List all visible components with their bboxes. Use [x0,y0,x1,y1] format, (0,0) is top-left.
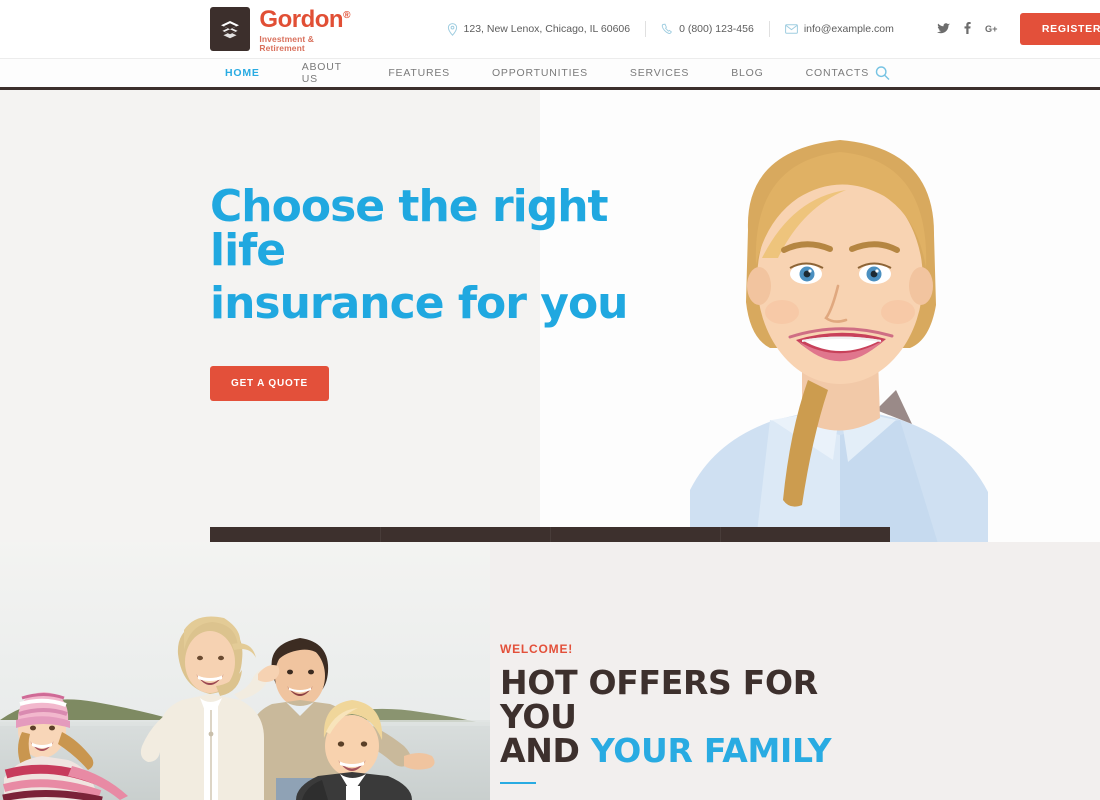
welcome-title: HOT OFFERS FOR YOU AND YOUR FAMILY [500,666,900,768]
register-button[interactable]: REGISTER [1019,13,1100,45]
hero-title-line-2: insurance for you [210,278,629,329]
welcome-rule [500,781,536,784]
nav-item-features[interactable]: FEATURES [367,67,471,79]
nav-item-blog[interactable]: BLOG [710,67,784,79]
nav-item-opportunities[interactable]: OPPORTUNITIES [471,67,609,79]
welcome-title-line-1: HOT OFFERS FOR YOU [500,663,818,736]
welcome-copy: WELCOME! HOT OFFERS FOR YOU AND YOUR FAM… [500,642,900,800]
social-links: G+ [936,22,1000,36]
welcome-section: WELCOME! HOT OFFERS FOR YOU AND YOUR FAM… [0,542,1100,800]
contact-email[interactable]: info@example.com [770,23,909,35]
contact-info: 123, New Lenox, Chicago, IL 60606 0 (800… [447,21,909,37]
feature-card-retirement[interactable]: RETIREMENT A comfortable retirement is e… [380,527,550,542]
brand-registered-mark: ® [343,10,350,21]
nav-item-services[interactable]: SERVICES [609,67,710,79]
contact-phone[interactable]: 0 (800) 123-456 [646,23,769,35]
search-icon[interactable] [875,66,890,81]
welcome-title-line-2-plain: AND [500,730,591,770]
hero-copy: Choose the right life insurance for you … [210,185,630,401]
nav-list: HOME ABOUT US FEATURES OPPORTUNITIES SER… [210,61,890,85]
phone-icon [661,23,672,34]
map-pin-icon [447,22,457,36]
feature-cards: ADVICE Need some advice? We get it, and … [210,527,890,542]
twitter-icon[interactable] [936,22,950,36]
google-plus-icon[interactable]: G+ [985,23,1000,36]
hero-title-line-1: Choose the right life [210,181,609,276]
contact-address: 123, New Lenox, Chicago, IL 60606 [447,22,646,36]
contact-address-text: 123, New Lenox, Chicago, IL 60606 [463,23,631,35]
brand-tagline: Investment & Retirement [259,34,314,53]
brand-logo[interactable]: Gordon® Investment & Retirement [210,6,354,52]
welcome-kicker: WELCOME! [500,642,574,656]
svg-text:G+: G+ [985,23,997,33]
hero-section: Choose the right life insurance for you … [0,90,1100,542]
feature-card-employee-benefits[interactable]: EMPLOYEE BENEFITS Take advantage of valu… [720,527,890,542]
envelope-icon [784,24,798,34]
feature-card-life-insurance[interactable]: LIFE INSURANCE Insurance can protect you… [550,527,720,542]
stacked-layers-icon [221,21,240,39]
welcome-title-line-2-highlight: YOUR FAMILY [590,730,832,770]
brand-name: Gordon [259,6,344,33]
get-a-quote-button[interactable]: GET A QUOTE [210,366,329,401]
contact-phone-text: 0 (800) 123-456 [679,23,754,35]
hero-title: Choose the right life insurance for you [210,185,630,326]
feature-card-advice[interactable]: ADVICE Need some advice? We get it, and … [210,527,380,542]
nav-item-about-us[interactable]: ABOUT US [281,61,368,85]
top-bar: Gordon® Investment & Retirement 123, New… [0,0,1100,58]
logo-mark [210,7,251,51]
nav-item-home[interactable]: HOME [210,67,281,79]
main-navigation: HOME ABOUT US FEATURES OPPORTUNITIES SER… [0,58,1100,90]
family-image [0,542,490,800]
contact-email-text: info@example.com [803,23,894,35]
facebook-icon[interactable] [964,22,971,36]
